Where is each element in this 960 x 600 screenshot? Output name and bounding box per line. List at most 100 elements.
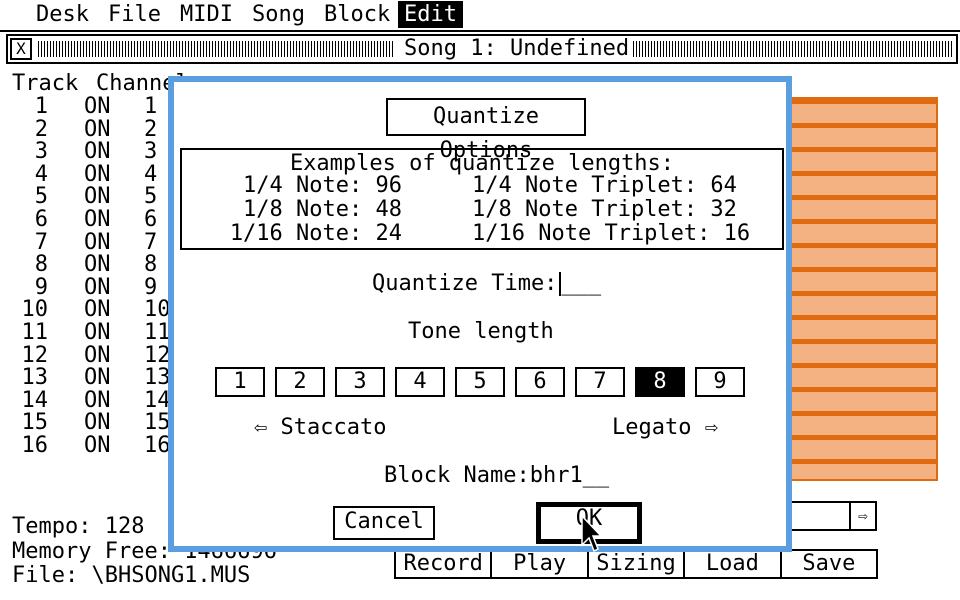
example-triplet: 1/4 Note Triplet: 64 (472, 173, 737, 198)
load-button[interactable]: Load (685, 551, 782, 577)
track-state-toggle[interactable]: ON (84, 163, 111, 187)
track-number: 6 (34, 206, 48, 232)
close-box-icon[interactable]: X (10, 38, 32, 60)
track-number: 5 (34, 184, 48, 210)
arrow-right-icon[interactable]: ⇨ (705, 415, 718, 440)
cancel-button[interactable]: Cancel (333, 506, 435, 540)
play-button[interactable]: Play (492, 551, 589, 577)
block-name-label: Block Name: (384, 463, 530, 488)
track-state-toggle[interactable]: ON (84, 254, 111, 277)
legato-label: Legato (612, 415, 692, 440)
track-channel[interactable]: 2 (144, 118, 171, 142)
track-channel[interactable]: 8 (144, 254, 171, 277)
menu-midi[interactable]: MIDI (174, 1, 239, 28)
dialog-title: Quantize Options (386, 98, 586, 163)
menu-song[interactable]: Song (246, 1, 311, 28)
track-channel[interactable]: 16 (144, 434, 171, 458)
file-readout: File: \BHSONG1.MUS (12, 563, 251, 588)
track-state-toggle[interactable]: ON (84, 118, 111, 142)
example-note: 1/4 Note: 96 (243, 173, 402, 198)
menu-desk[interactable]: Desk (30, 1, 95, 28)
track-channel[interactable]: 4 (144, 163, 171, 187)
window-title-bar[interactable]: X Song 1: Undefined (6, 34, 958, 64)
menu-bar: Desk File MIDI Song Block Edit (0, 0, 960, 32)
track-number: 16 (21, 432, 49, 458)
track-channel[interactable]: 15 (144, 412, 171, 435)
track-header: Track (12, 71, 79, 96)
track-channel-column: 1 2 3 4 5 6 7 8 9 10 11 12 13 14 15 16 (144, 95, 171, 458)
track-channel[interactable]: 3 (144, 141, 171, 164)
title-bar-pattern (612, 41, 952, 57)
track-state-toggle[interactable]: ON (84, 299, 111, 322)
tone-length-button-1[interactable]: 1 (215, 367, 265, 397)
track-channel[interactable]: 6 (144, 208, 171, 232)
tempo-readout: Tempo: 128 (12, 514, 145, 539)
quantize-time-field[interactable]: Quantize Time: ___ (372, 272, 601, 296)
tone-length-button-4[interactable]: 4 (395, 367, 445, 397)
tone-length-button-9[interactable]: 9 (695, 367, 745, 397)
track-channel[interactable]: 5 (144, 186, 171, 209)
tone-length-button-8[interactable]: 8 (635, 367, 685, 397)
staccato-control[interactable]: ⇦ Staccato (254, 416, 386, 440)
window-title: Song 1: Undefined (400, 36, 634, 62)
menu-file[interactable]: File (102, 1, 167, 28)
track-channel[interactable]: 11 (144, 321, 171, 345)
track-state-toggle[interactable]: ON (84, 95, 111, 119)
track-channel[interactable]: 1 (144, 95, 171, 119)
block-pattern-area[interactable] (788, 97, 938, 481)
track-state-toggle[interactable]: ON (84, 389, 111, 413)
legato-control[interactable]: Legato ⇨ (612, 416, 718, 440)
track-number: 7 (34, 229, 48, 255)
tone-length-label: Tone length (408, 319, 554, 344)
track-number: 13 (21, 365, 49, 391)
track-state-toggle[interactable]: ON (84, 186, 111, 209)
arrow-right-icon[interactable]: ⇨ (849, 503, 875, 529)
tone-length-button-5[interactable]: 5 (455, 367, 505, 397)
tone-length-button-7[interactable]: 7 (575, 367, 625, 397)
track-channel[interactable]: 10 (144, 299, 171, 322)
track-channel[interactable]: 12 (144, 344, 171, 368)
track-number: 15 (21, 410, 49, 436)
sizing-button[interactable]: Sizing (589, 551, 686, 577)
record-button[interactable]: Record (396, 551, 493, 577)
title-bar-pattern (38, 41, 394, 57)
track-channel[interactable]: 14 (144, 389, 171, 413)
menu-block[interactable]: Block (318, 1, 396, 28)
track-state-toggle[interactable]: ON (84, 208, 111, 232)
block-name-field[interactable]: Block Name:bhr1__ (384, 464, 609, 488)
block-name-input[interactable]: bhr1__ (530, 463, 609, 488)
track-number: 12 (21, 342, 49, 368)
track-state-toggle[interactable]: ON (84, 276, 111, 300)
track-state-toggle[interactable]: ON (84, 434, 111, 458)
track-number: 1 (34, 94, 48, 119)
track-number: 10 (21, 297, 49, 323)
track-state-column: ON ON ON ON ON ON ON ON ON ON ON ON ON O… (84, 95, 111, 458)
track-number: 2 (34, 116, 48, 142)
track-channel[interactable]: 9 (144, 276, 171, 300)
menu-edit[interactable]: Edit (398, 1, 463, 28)
arrow-left-icon[interactable]: ⇦ (254, 415, 267, 440)
quantize-options-dialog: Quantize Options Examples of quantize le… (168, 76, 792, 552)
example-note: 1/16 Note: 24 (229, 221, 402, 246)
track-state-toggle[interactable]: ON (84, 412, 111, 435)
staccato-label: Staccato (280, 415, 387, 440)
track-channel[interactable]: 7 (144, 231, 171, 255)
track-channel[interactable]: 13 (144, 367, 171, 390)
transport-button-bar: Record Play Sizing Load Save (394, 549, 878, 579)
tone-length-button-3[interactable]: 3 (335, 367, 385, 397)
track-state-toggle[interactable]: ON (84, 344, 111, 368)
track-number: 8 (34, 252, 48, 278)
track-number: 9 (34, 274, 48, 300)
example-triplet: 1/16 Note Triplet: 16 (472, 221, 751, 246)
track-state-toggle[interactable]: ON (84, 141, 111, 164)
save-button[interactable]: Save (782, 551, 876, 577)
tone-length-button-2[interactable]: 2 (275, 367, 325, 397)
track-number: 14 (21, 387, 49, 413)
track-state-toggle[interactable]: ON (84, 231, 111, 255)
example-triplet: 1/8 Note Triplet: 32 (472, 197, 737, 222)
tone-length-button-6[interactable]: 6 (515, 367, 565, 397)
quantize-time-input[interactable]: ___ (561, 271, 601, 296)
track-state-toggle[interactable]: ON (84, 321, 111, 345)
track-state-toggle[interactable]: ON (84, 367, 111, 390)
position-slider[interactable]: ⇨ (785, 501, 877, 531)
